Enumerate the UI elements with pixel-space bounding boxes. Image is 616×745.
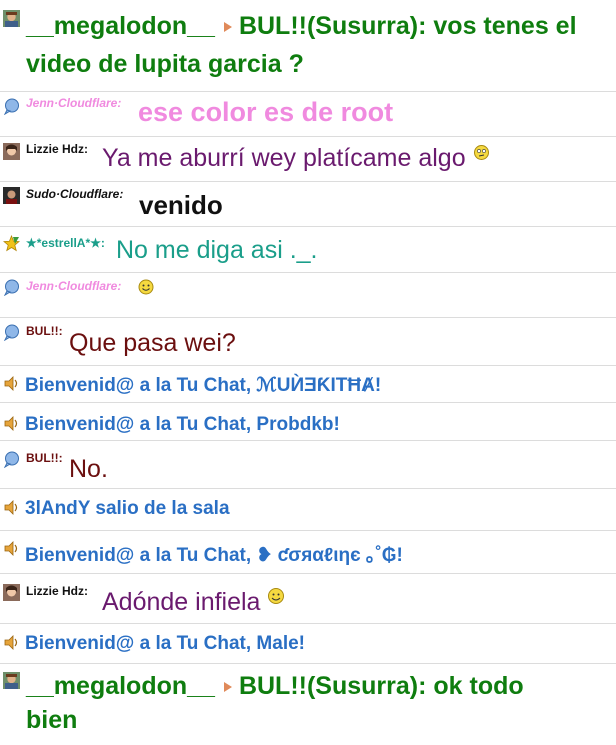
chat-message: Lizzie Hdz: Adónde infiela xyxy=(0,574,616,624)
system-message: Bienvenid@ a la Tu Chat, Male! xyxy=(0,624,616,664)
whisper-tag: (Susurra): xyxy=(306,12,427,40)
avatar-icon xyxy=(3,10,20,27)
pm-line-1: __megalodon__ BUL!!(Susurra): vos tenes e… xyxy=(26,12,577,41)
avatar-icon xyxy=(3,143,20,160)
system-text: Bienvenid@ a la Tu Chat, ❥ ƈσяαℓιηє ｡˚₲! xyxy=(25,545,403,566)
message-text: Adónde infiela xyxy=(102,588,285,617)
bubble-icon xyxy=(3,451,19,468)
message-text: ese color es de root xyxy=(138,97,394,127)
sender-nick[interactable]: Jenn·Cloudflare: xyxy=(26,279,121,293)
sender-nick[interactable]: __megalodon__ xyxy=(26,672,215,700)
message-text: Ya me aburrí wey platícame algo xyxy=(102,144,490,173)
message-text: Que pasa wei? xyxy=(69,329,236,357)
chat-message: BUL!!: No. xyxy=(0,441,616,489)
bubble-icon xyxy=(3,98,19,115)
chat-message: BUL!!: Que pasa wei? xyxy=(0,318,616,366)
bubble-icon xyxy=(3,324,19,341)
avatar-icon xyxy=(3,584,20,601)
chat-message: Jenn·Cloudflare: xyxy=(0,273,616,318)
system-message: 3lAndY salio de la sala xyxy=(0,489,616,531)
message-text: ok todo xyxy=(433,672,524,700)
pm-line-1: __megalodon__ BUL!!(Susurra): ok todo xyxy=(26,672,524,701)
smiley-icon xyxy=(138,279,154,295)
recipient-nick[interactable]: BUL!! xyxy=(239,12,307,40)
message-text: No. xyxy=(69,455,108,483)
arrow-right-icon xyxy=(223,22,232,33)
speaker-icon xyxy=(4,376,18,391)
message-text xyxy=(138,278,154,296)
system-text: Bienvenid@ a la Tu Chat, ℳUЍƎƘITĦȺ! xyxy=(25,375,382,396)
system-text: Bienvenid@ a la Tu Chat, Male! xyxy=(25,633,305,654)
message-text: venido xyxy=(139,190,223,220)
message-text: No me diga asi ._. xyxy=(116,236,318,264)
sender-nick[interactable]: BUL!!: xyxy=(26,451,63,465)
chat-message: Sudo·Cloudflare: venido xyxy=(0,182,616,227)
system-message: Bienvenid@ a la Tu Chat, ❥ ƈσяαℓιηє ｡˚₲! xyxy=(0,531,616,574)
system-message: Bienvenid@ a la Tu Chat, Probdkb! xyxy=(0,403,616,441)
star-icon xyxy=(3,235,20,252)
speaker-icon xyxy=(4,500,18,515)
sender-nick[interactable]: BUL!!: xyxy=(26,324,63,338)
yellow-face-icon xyxy=(268,588,285,605)
chat-message: ★*estrellA*★: No me diga asi ._. xyxy=(0,227,616,273)
pm-line-2: video de lupita garcia ? xyxy=(26,50,304,78)
sender-nick[interactable]: __megalodon__ xyxy=(26,12,215,40)
chat-message-pm: __megalodon__ BUL!!(Susurra): vos tenes e… xyxy=(0,0,616,92)
sender-nick[interactable]: Lizzie Hdz: xyxy=(26,584,88,598)
system-text: 3lAndY salio de la sala xyxy=(25,498,230,519)
speaker-icon xyxy=(4,635,18,650)
sender-nick[interactable]: Lizzie Hdz: xyxy=(26,142,88,156)
speaker-icon xyxy=(4,541,18,556)
system-text: Bienvenid@ a la Tu Chat, Probdkb! xyxy=(25,414,340,435)
recipient-nick[interactable]: BUL!! xyxy=(239,672,307,700)
sender-nick[interactable]: Sudo·Cloudflare: xyxy=(26,187,123,201)
chat-message: Lizzie Hdz: Ya me aburrí wey platícame a… xyxy=(0,137,616,182)
chat-message-pm: __megalodon__ BUL!!(Susurra): ok todo bie… xyxy=(0,664,616,745)
confused-smiley-icon xyxy=(473,144,489,160)
arrow-right-icon xyxy=(223,682,232,693)
pm-line-2: bien xyxy=(26,706,78,734)
sender-nick[interactable]: ★*estrellA*★: xyxy=(26,236,105,250)
avatar-icon xyxy=(3,187,20,204)
bubble-icon xyxy=(3,279,19,296)
chat-message: Jenn·Cloudflare: ese color es de root xyxy=(0,92,616,137)
system-message: Bienvenid@ a la Tu Chat, ℳUЍƎƘITĦȺ! xyxy=(0,366,616,403)
whisper-tag: (Susurra): xyxy=(306,672,427,700)
speaker-icon xyxy=(4,416,18,431)
sender-nick[interactable]: Jenn·Cloudflare: xyxy=(26,96,121,110)
message-text: vos tenes el xyxy=(433,12,577,40)
avatar-icon xyxy=(3,672,20,689)
